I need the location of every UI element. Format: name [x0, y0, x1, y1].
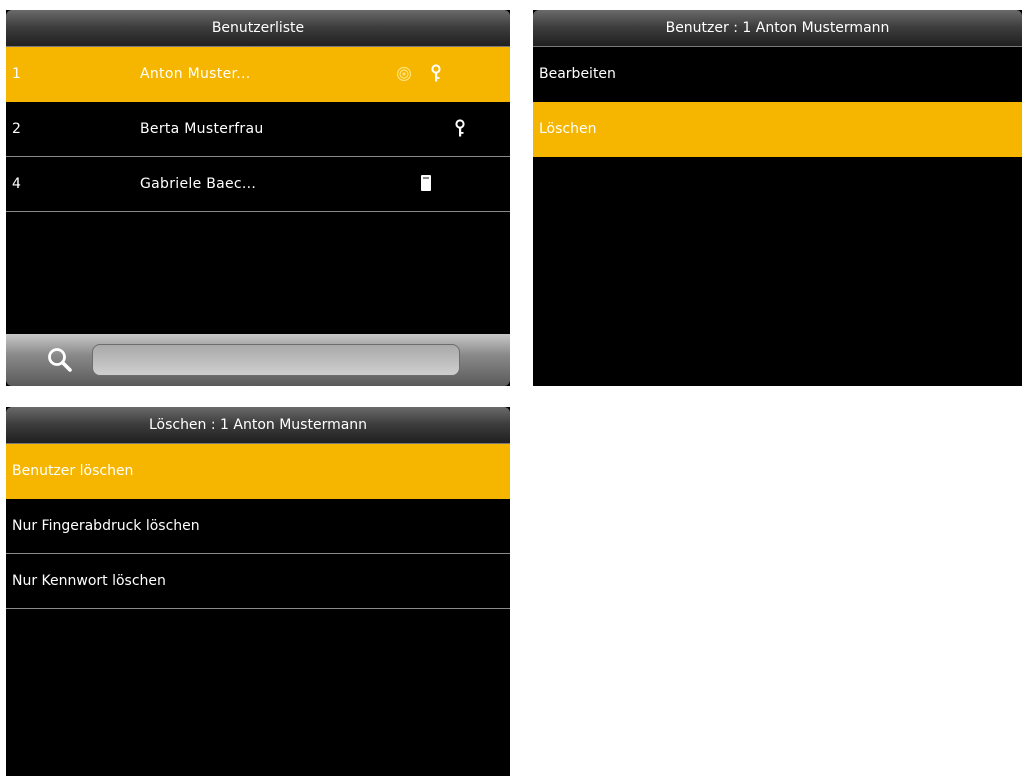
user-number: 2 — [12, 121, 21, 137]
user-menu-screen: Benutzer : 1 Anton Mustermann Bearbeiten… — [533, 10, 1022, 386]
menu-item-delete-fingerprint[interactable]: Nur Fingerabdruck löschen — [6, 499, 510, 554]
card-icon — [421, 175, 431, 191]
menu-item-label: Nur Fingerabdruck löschen — [12, 518, 200, 534]
user-number: 1 — [12, 66, 21, 82]
user-row-1[interactable]: 1 Anton Muster... — [6, 47, 510, 102]
menu-item-label: Nur Kennwort löschen — [12, 573, 166, 589]
menu-item-delete-user[interactable]: Benutzer löschen — [6, 444, 510, 499]
user-name: Gabriele Baec... — [140, 176, 257, 192]
fingerprint-icon — [396, 66, 412, 82]
key-icon — [455, 119, 465, 137]
user-name: Anton Muster... — [140, 66, 251, 82]
user-list-screen: Benutzerliste 1 Anton Muster... 2 Berta … — [6, 10, 510, 386]
menu-item-label: Benutzer löschen — [12, 463, 134, 479]
menu-item-label: Bearbeiten — [539, 66, 616, 82]
key-icon — [431, 64, 441, 82]
screen-title: Benutzerliste — [6, 10, 510, 47]
user-row-3[interactable]: 4 Gabriele Baec... — [6, 157, 510, 212]
search-bar — [6, 334, 510, 386]
user-row-2[interactable]: 2 Berta Musterfrau — [6, 102, 510, 157]
delete-menu-screen: Löschen : 1 Anton Mustermann Benutzer lö… — [6, 407, 510, 776]
user-number: 4 — [12, 176, 21, 192]
menu-item-loeschen[interactable]: Löschen — [533, 102, 1022, 157]
menu-item-bearbeiten[interactable]: Bearbeiten — [533, 47, 1022, 102]
search-icon[interactable] — [46, 346, 74, 374]
menu-item-delete-password[interactable]: Nur Kennwort löschen — [6, 554, 510, 609]
screen-title: Benutzer : 1 Anton Mustermann — [533, 10, 1022, 47]
menu-item-label: Löschen — [539, 121, 597, 137]
search-input[interactable] — [92, 344, 460, 376]
screen-title: Löschen : 1 Anton Mustermann — [6, 407, 510, 444]
user-name: Berta Musterfrau — [140, 121, 264, 137]
